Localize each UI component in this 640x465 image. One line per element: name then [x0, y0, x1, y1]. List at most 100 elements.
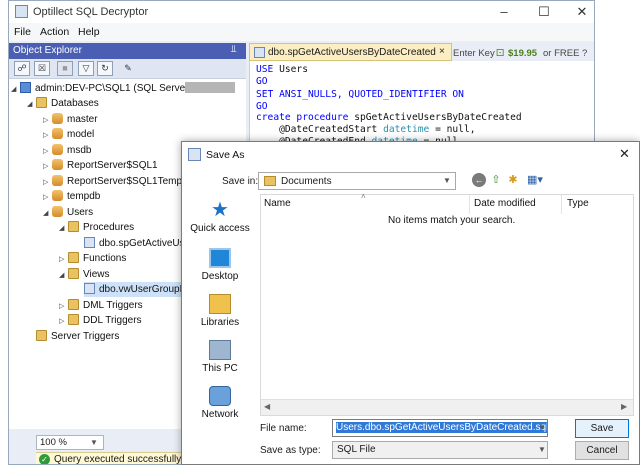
menu-file[interactable]: File	[14, 26, 31, 38]
column-divider[interactable]	[561, 195, 562, 214]
procedure-icon	[254, 47, 265, 58]
tree-node-reportserver[interactable]: ▷ ReportServer$SQL1	[43, 158, 158, 173]
disconnect-icon[interactable]: ☒	[34, 61, 50, 76]
tree-node-server-triggers[interactable]: Server Triggers	[36, 329, 119, 344]
document-tab[interactable]: dbo.spGetActiveUsersByDateCreated ×	[249, 43, 452, 61]
collapse-triangle-icon[interactable]: ◢	[11, 82, 20, 97]
tree-node-views[interactable]: ◢ Views	[59, 267, 110, 282]
edit-icon[interactable]: ✎	[120, 61, 136, 76]
tree-node-label: DML Triggers	[83, 300, 143, 311]
up-folder-icon[interactable]: ⇧	[489, 173, 503, 187]
expand-triangle-icon[interactable]: ▷	[43, 175, 52, 190]
scroll-right-icon[interactable]: ▶	[621, 402, 627, 411]
collapse-triangle-icon[interactable]: ◢	[59, 221, 68, 236]
place-this-pc[interactable]: This PC	[182, 340, 258, 386]
tree-node-reportserver-tempdb[interactable]: ▷ ReportServer$SQL1TempD	[43, 174, 189, 189]
scroll-left-icon[interactable]: ◀	[264, 402, 270, 411]
expand-triangle-icon[interactable]: ▷	[43, 144, 52, 159]
tree-node-users[interactable]: ◢ Users	[43, 205, 93, 220]
save-in-combo[interactable]: Documents ▼	[258, 172, 456, 190]
horizontal-scrollbar[interactable]: ◀ ▶	[261, 399, 633, 415]
close-tab-icon[interactable]: ×	[439, 46, 445, 57]
sort-up-icon: ˄	[361, 192, 366, 201]
places-bar: ★ Quick access Desktop Libraries This PC…	[182, 194, 258, 420]
folder-icon	[68, 299, 79, 310]
column-divider[interactable]	[469, 195, 470, 214]
code-text: @DateCreatedStart	[256, 124, 384, 135]
column-date-modified[interactable]: Date modified	[474, 198, 536, 209]
menu-help[interactable]: Help	[78, 26, 100, 38]
tree-node-functions[interactable]: ▷ Functions	[59, 251, 126, 266]
save-button[interactable]: Save	[575, 419, 629, 438]
code-keyword: USE	[256, 64, 274, 75]
database-icon	[52, 159, 63, 170]
tree-node-label: master	[67, 114, 98, 125]
zoom-value: 100 %	[40, 437, 67, 448]
price-link[interactable]: $19.95	[508, 48, 537, 59]
close-icon[interactable]: ✕	[574, 4, 590, 20]
enter-key-link[interactable]: Enter Key	[453, 48, 495, 59]
tree-node-procedures[interactable]: ◢ Procedures	[59, 220, 134, 235]
tree-node-procedure[interactable]: dbo.spGetActiveUs	[84, 236, 185, 251]
object-explorer-header: Object Explorer ⫫	[9, 43, 246, 59]
collapse-triangle-icon[interactable]: ◢	[43, 206, 52, 221]
code-line: GO	[256, 76, 268, 88]
code-line: SET ANSI_NULLS, QUOTED_IDENTIFIER ON	[256, 89, 464, 101]
maximize-icon[interactable]: ☐	[536, 4, 552, 20]
expand-triangle-icon[interactable]: ▷	[43, 113, 52, 128]
cancel-button[interactable]: Cancel	[575, 441, 629, 460]
place-desktop[interactable]: Desktop	[182, 248, 258, 294]
expand-triangle-icon[interactable]: ▷	[59, 299, 68, 314]
new-folder-icon[interactable]: ✱	[506, 173, 520, 187]
chevron-down-icon[interactable]: ▼	[538, 423, 546, 432]
tree-node-databases[interactable]: ◢ Databases	[27, 96, 99, 111]
file-list[interactable]: Name ˄ Date modified Type No items match…	[260, 192, 634, 416]
tree-node-label: Users	[67, 207, 94, 218]
tree-node-server[interactable]: ◢ admin:DEV-PC\SQL1 (SQL Serve	[11, 81, 236, 97]
save-as-type-label: Save as type:	[260, 445, 321, 456]
file-name-input[interactable]: Users.dbo.spGetActiveUsersByDateCreated.…	[332, 419, 548, 437]
column-name[interactable]: Name	[264, 198, 291, 209]
tree-node-label: msdb	[67, 145, 92, 156]
folder-icon	[36, 330, 47, 341]
star-icon: ★	[211, 199, 229, 221]
save-in-label: Save in:	[222, 176, 259, 187]
expand-triangle-icon[interactable]: ▷	[59, 314, 68, 329]
stop-icon[interactable]: ■	[57, 61, 73, 76]
chevron-down-icon[interactable]: ▼	[538, 445, 546, 454]
tree-node-dml-triggers[interactable]: ▷ DML Triggers	[59, 298, 143, 313]
filter-icon[interactable]: ▽	[78, 61, 94, 76]
save-as-type-select[interactable]: SQL File	[332, 441, 548, 459]
database-icon	[52, 175, 63, 186]
expand-triangle-icon[interactable]: ▷	[59, 252, 68, 267]
place-quick-access[interactable]: ★ Quick access	[182, 200, 258, 246]
close-icon[interactable]: ✕	[619, 146, 630, 162]
connect-icon[interactable]: ☍	[14, 61, 30, 76]
zoom-select[interactable]: 100 % ▼	[36, 435, 104, 450]
tree-node-ddl-triggers[interactable]: ▷ DDL Triggers	[59, 313, 142, 328]
tree-node-master[interactable]: ▷ master	[43, 112, 98, 127]
save-as-dialog: Save As ✕ Save in: Documents ▼ ← ⇧ ✱ ▦▾ …	[181, 141, 640, 465]
pin-icon[interactable]: ⫫	[231, 44, 237, 55]
tree-node-label: Databases	[51, 98, 99, 109]
tree-node-label: DDL Triggers	[83, 315, 142, 326]
minimize-icon[interactable]: –	[496, 4, 512, 20]
tree-node-label: Server Triggers	[51, 331, 120, 342]
tree-node-msdb[interactable]: ▷ msdb	[43, 143, 91, 158]
place-libraries[interactable]: Libraries	[182, 294, 258, 340]
refresh-icon[interactable]: ↻	[97, 61, 113, 76]
expand-triangle-icon[interactable]: ▷	[43, 159, 52, 174]
dialog-title: Save As	[206, 149, 245, 161]
expand-triangle-icon[interactable]: ▷	[43, 190, 52, 205]
collapse-triangle-icon[interactable]: ◢	[27, 97, 36, 112]
view-menu-icon[interactable]: ▦▾	[525, 173, 545, 187]
collapse-triangle-icon[interactable]: ◢	[59, 268, 68, 283]
tree-node-tempdb[interactable]: ▷ tempdb	[43, 189, 100, 204]
expand-triangle-icon[interactable]: ▷	[43, 128, 52, 143]
back-icon[interactable]: ←	[472, 173, 486, 187]
menu-action[interactable]: Action	[40, 26, 69, 38]
column-type[interactable]: Type	[567, 198, 589, 209]
place-network[interactable]: Network	[182, 386, 258, 432]
tree-node-model[interactable]: ▷ model	[43, 127, 94, 142]
free-link[interactable]: or FREE ?	[543, 48, 587, 59]
